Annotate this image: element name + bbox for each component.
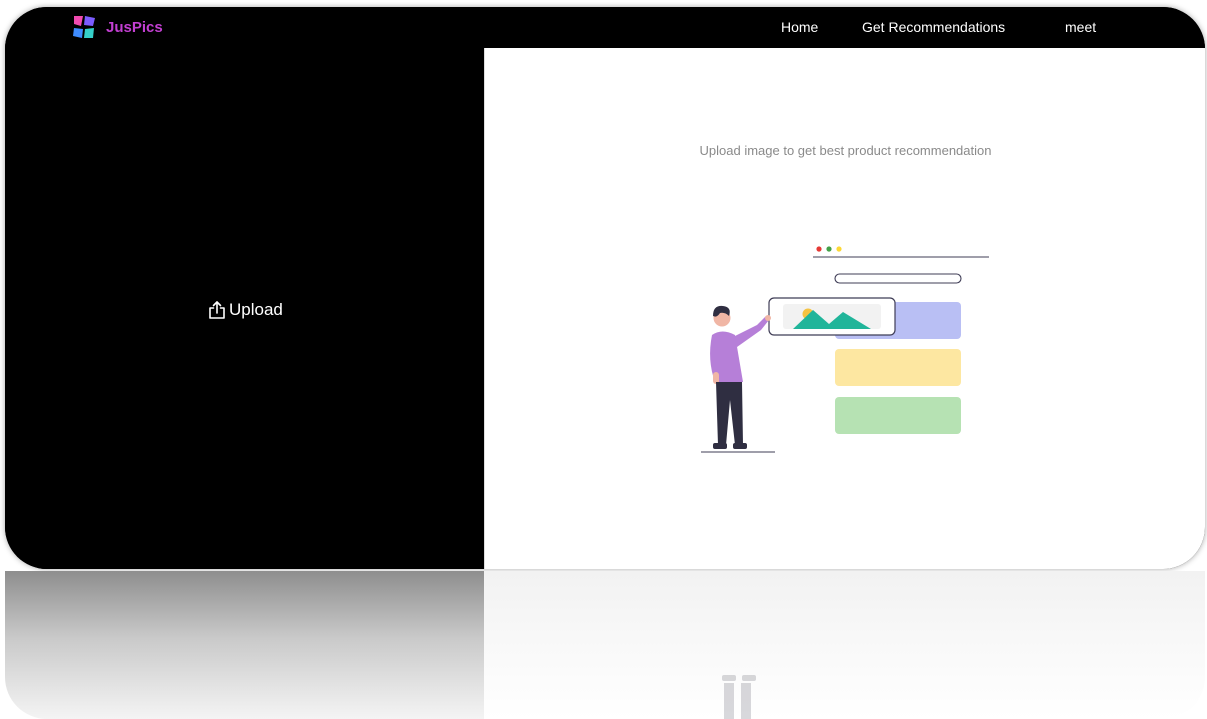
upload-button[interactable]: Upload	[207, 300, 283, 320]
nav-get-recommendations[interactable]: Get Recommendations	[862, 19, 1005, 35]
nav-home[interactable]: Home	[781, 19, 818, 35]
upload-icon	[209, 301, 225, 319]
recommendation-panel: Upload image to get best product recomme…	[484, 48, 1205, 569]
app-window: JusPics Home Get Recommendations meet Up…	[5, 7, 1205, 569]
nav-meet[interactable]: meet	[1065, 19, 1096, 35]
page: JusPics Home Get Recommendations meet Up…	[0, 0, 1207, 719]
page-heading: Upload image to get best product recomme…	[699, 143, 992, 158]
reflection-dark-area	[5, 571, 484, 719]
brand[interactable]: JusPics	[71, 13, 163, 41]
window-reflection	[5, 571, 1205, 719]
reflection-figure	[722, 675, 756, 719]
navbar: JusPics Home Get Recommendations meet	[5, 7, 1205, 48]
reflection-light-area	[484, 571, 1205, 719]
upload-panel: Upload	[5, 48, 484, 569]
upload-illustration	[701, 246, 989, 453]
upload-label: Upload	[229, 300, 283, 319]
brand-name: JusPics	[106, 18, 163, 36]
juspics-logo-icon	[73, 16, 95, 38]
